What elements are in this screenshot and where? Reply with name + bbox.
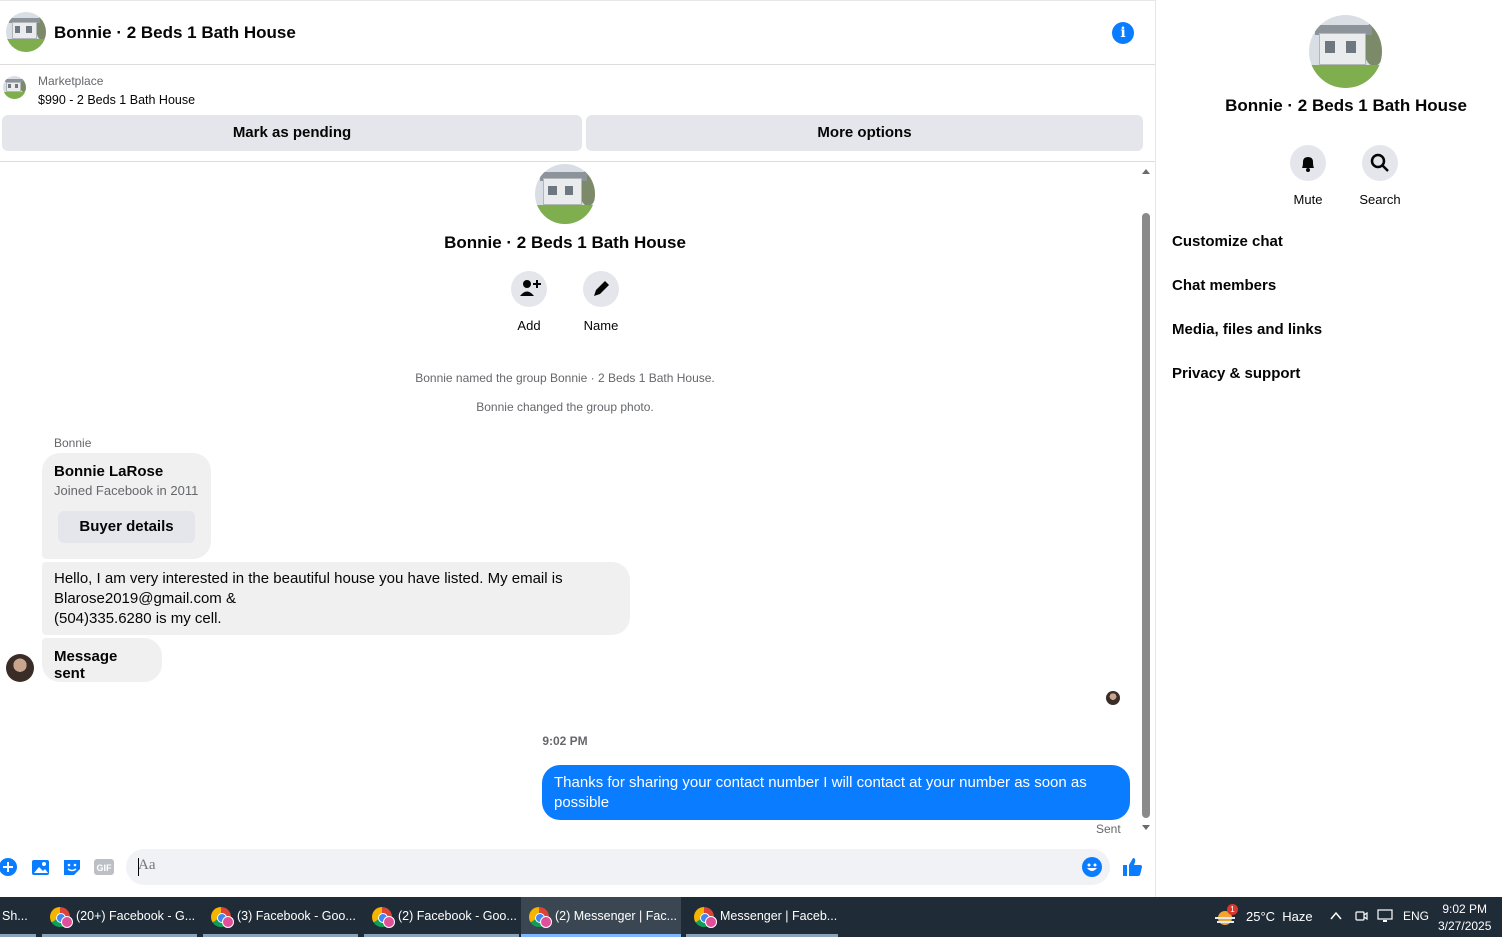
search-label: Search [1359, 192, 1401, 207]
buyer-card: Bonnie LaRose Joined Facebook in 2011 Bu… [42, 453, 211, 559]
add-person-icon [511, 271, 547, 307]
svg-text:GIF: GIF [97, 863, 113, 873]
weather-icon[interactable]: 1 [1213, 904, 1238, 927]
outgoing-message: Thanks for sharing your contact number I… [542, 765, 1130, 820]
menu-privacy-support[interactable]: Privacy & support [1172, 365, 1300, 382]
meet-now-icon[interactable] [1354, 909, 1368, 926]
mute-label: Mute [1293, 192, 1323, 207]
message-input-box[interactable] [126, 849, 1110, 885]
name-label: Name [583, 318, 619, 333]
message-status: Sent [1096, 822, 1121, 836]
taskbar-item[interactable]: Messenger | Faceb... [686, 897, 838, 937]
listing-title[interactable]: $990 - 2 Beds 1 Bath House [38, 93, 195, 107]
taskbar-label: (20+) Facebook - G... [76, 909, 196, 923]
message-timestamp: 9:02 PM [542, 734, 588, 748]
taskbar-label: (2) Messenger | Fac... [555, 909, 678, 923]
search-icon [1362, 145, 1398, 181]
chat-title[interactable]: Bonnie · 2 Beds 1 Bath House [54, 23, 296, 43]
group-photo-large[interactable] [1309, 15, 1382, 88]
pencil-icon [583, 271, 619, 307]
taskbar-item[interactable]: (20+) Facebook - G... [42, 897, 197, 937]
language-indicator[interactable]: ENG [1403, 909, 1429, 923]
taskbar-item[interactable]: (3) Facebook - Goo... [203, 897, 358, 937]
clock-date: 3/27/2025 [1438, 919, 1492, 933]
marketplace-bar: Marketplace $990 - 2 Beds 1 Bath House M… [0, 66, 1155, 162]
taskbar-item-active[interactable]: (2) Messenger | Fac... [521, 897, 681, 937]
group-avatar[interactable] [6, 12, 46, 52]
more-options-button[interactable]: More options [586, 115, 1143, 151]
composer: GIF [0, 845, 1155, 889]
taskbar-label: (3) Facebook - Goo... [237, 909, 356, 923]
sender-name: Bonnie [54, 436, 92, 450]
plus-icon[interactable] [0, 857, 18, 877]
weather-badge: 1 [1227, 904, 1238, 915]
chat-column: Bonnie · 2 Beds 1 Bath House i Marketpla… [0, 0, 1156, 897]
text-caret [138, 858, 139, 876]
mark-as-pending-button[interactable]: Mark as pending [2, 115, 582, 151]
thread-scrollbar[interactable] [1140, 163, 1152, 840]
read-receipt-avatar [1106, 691, 1120, 705]
mute-button[interactable]: Mute [1278, 145, 1338, 207]
scrollbar-thumb[interactable] [1142, 213, 1150, 818]
thumbs-up-icon[interactable] [1122, 856, 1144, 878]
taskbar-label: Sh... [2, 909, 28, 923]
group-title: Bonnie · 2 Beds 1 Bath House [444, 233, 686, 252]
system-message: Bonnie changed the group photo. [476, 400, 654, 414]
gallery-icon[interactable] [31, 857, 51, 877]
taskbar: Sh... (20+) Facebook - G... (3) Facebook… [0, 897, 1502, 937]
chat-header: Bonnie · 2 Beds 1 Bath House i [0, 0, 1155, 65]
taskbar-label: Messenger | Faceb... [720, 909, 838, 923]
message-line: Hello, I am very interested in the beaut… [54, 570, 563, 587]
message-line: Blarose2019@gmail.com & [54, 590, 236, 607]
sticker-icon[interactable] [62, 857, 82, 877]
buyer-name: Bonnie LaRose [54, 463, 164, 480]
name-group-button[interactable]: Name [571, 271, 631, 333]
system-message: Bonnie named the group Bonnie · 2 Beds 1… [415, 371, 715, 385]
system-clock[interactable]: 9:02 PM 3/27/2025 [1438, 901, 1491, 935]
listing-thumbnail[interactable] [3, 76, 26, 99]
marketplace-label: Marketplace [38, 74, 104, 88]
add-people-button[interactable]: Add [499, 271, 559, 333]
search-button[interactable]: Search [1350, 145, 1410, 207]
emoji-icon[interactable] [1082, 857, 1102, 877]
taskbar-item[interactable]: Sh... [0, 897, 36, 937]
menu-media-files-links[interactable]: Media, files and links [1172, 321, 1322, 338]
weather-text[interactable]: 25°C Haze [1246, 909, 1313, 924]
network-icon[interactable] [1377, 909, 1393, 926]
buyer-details-button[interactable]: Buyer details [58, 511, 195, 543]
taskbar-label: (2) Facebook - Goo... [398, 909, 517, 923]
menu-customize-chat[interactable]: Customize chat [1172, 233, 1283, 250]
sender-avatar[interactable] [6, 654, 34, 682]
panel-title: Bonnie · 2 Beds 1 Bath House [1225, 96, 1467, 115]
group-photo [535, 164, 595, 224]
details-panel: Bonnie · 2 Beds 1 Bath House Mute Search… [1157, 0, 1502, 897]
taskbar-item[interactable]: (2) Facebook - Goo... [364, 897, 519, 937]
chevron-up-icon[interactable] [1329, 909, 1343, 926]
incoming-message: Hello, I am very interested in the beaut… [42, 562, 630, 635]
gif-icon[interactable]: GIF [93, 857, 114, 877]
incoming-message: Message sent [42, 638, 162, 682]
message-thread: Bonnie · 2 Beds 1 Bath House Add Name Bo… [0, 163, 1140, 840]
clock-time: 9:02 PM [1442, 902, 1488, 916]
menu-chat-members[interactable]: Chat members [1172, 277, 1276, 294]
message-line: (504)335.6280 is my cell. [54, 610, 222, 627]
info-icon[interactable]: i [1112, 22, 1134, 44]
add-label: Add [517, 318, 541, 333]
bell-icon [1290, 145, 1326, 181]
message-input[interactable] [138, 857, 1058, 874]
buyer-joined: Joined Facebook in 2011 [54, 483, 199, 498]
